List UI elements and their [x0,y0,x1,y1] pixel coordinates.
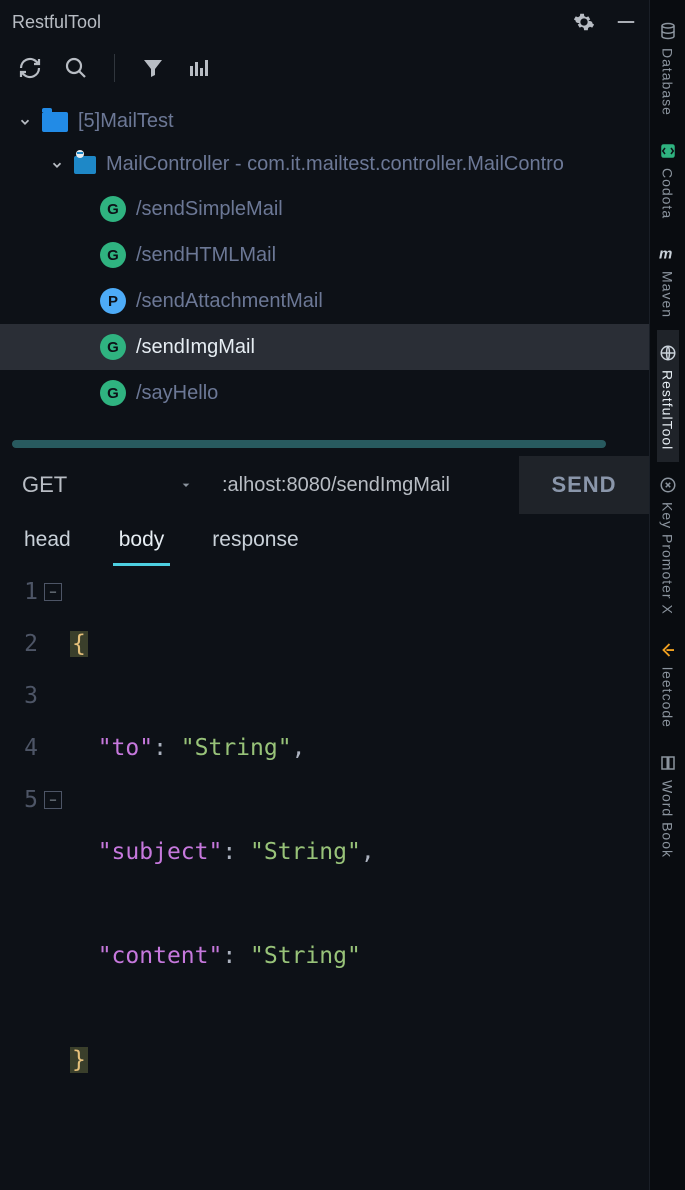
toolbar [0,44,649,92]
json-key: "to" [98,735,153,761]
fold-gutter: − − [44,566,70,1190]
tree-root-label: [5]MailTest [78,110,174,133]
json-key: "subject" [98,839,223,865]
chevron-down-icon[interactable] [18,115,32,129]
rail-codota[interactable]: Codota [657,128,679,231]
json-value: "String" [250,943,361,969]
code-content[interactable]: { "to": "String", "subject": "String", "… [70,566,649,1190]
maven-icon: m [657,243,679,265]
tree-controller-label: MailController - com.it.mailtest.control… [106,153,564,176]
panel-title: RestfulTool [12,12,101,33]
database-icon [657,20,679,42]
rail-maven[interactable]: m Maven [657,231,679,330]
tab-label: response [212,528,298,551]
send-button[interactable]: SEND [519,456,649,514]
method-select[interactable]: GET [0,456,210,514]
method-badge-get: G [100,242,126,268]
gear-icon[interactable] [573,11,595,33]
scrollbar-thumb[interactable] [12,440,606,448]
refresh-icon[interactable] [18,56,42,80]
method-badge-get: G [100,380,126,406]
toolbar-divider [114,54,115,82]
tree-root[interactable]: [5]MailTest [0,100,649,143]
brace-close: } [70,1047,88,1073]
json-key: "content" [98,943,223,969]
endpoint-item[interactable]: G /sayHello [0,370,649,416]
line-number: 4 [0,722,38,774]
panel-header: RestfulTool [0,0,649,44]
rail-label: Key Promoter X [660,502,676,615]
controller-icon [74,156,96,174]
svg-text:m: m [659,246,672,263]
globe-icon [657,342,679,364]
brace-open: { [70,631,88,657]
tab-label: body [119,528,165,551]
endpoint-path: /sendImgMail [136,336,255,359]
codota-icon [657,140,679,162]
search-icon[interactable] [64,56,88,80]
rail-restfultool[interactable]: RestfulTool [657,330,679,462]
url-input[interactable]: :alhost:8080/sendImgMail [210,456,519,514]
rail-wordbook[interactable]: Word Book [657,740,679,870]
endpoint-item[interactable]: G /sendHTMLMail [0,232,649,278]
horizontal-scrollbar[interactable] [12,440,637,448]
endpoint-item[interactable]: G /sendSimpleMail [0,186,649,232]
fold-marker[interactable]: − [44,583,62,601]
rail-label: Word Book [660,780,676,858]
keypromoter-icon [657,474,679,496]
rail-keypromoter[interactable]: Key Promoter X [657,462,679,627]
line-numbers: 1 2 3 4 5 [0,566,44,1190]
rail-label: RestfulTool [660,370,676,450]
minimize-icon[interactable] [615,11,637,33]
method-select-value: GET [22,472,67,498]
url-value: :alhost:8080/sendImgMail [222,474,450,497]
right-tool-rail: Database Codota m Maven RestfulTool Key … [649,0,685,1190]
wordbook-icon [657,752,679,774]
fold-marker[interactable]: − [44,791,62,809]
stats-icon[interactable] [187,56,211,80]
leetcode-icon [657,639,679,661]
rail-leetcode[interactable]: leetcode [657,627,679,740]
tab-body[interactable]: body [95,514,189,566]
comma: , [361,839,375,865]
endpoint-path: /sendSimpleMail [136,198,283,221]
header-actions [573,11,637,33]
comma: , [292,735,306,761]
tab-response[interactable]: response [188,514,322,566]
json-value: "String" [250,839,361,865]
line-number: 2 [0,618,38,670]
tab-head[interactable]: head [0,514,95,566]
method-badge-post: P [100,288,126,314]
endpoint-item[interactable]: P /sendAttachmentMail [0,278,649,324]
endpoint-path: /sendHTMLMail [136,244,276,267]
folder-icon [42,112,68,132]
endpoint-tree: [5]MailTest MailController - com.it.mail… [0,92,649,424]
request-bar: GET :alhost:8080/sendImgMail SEND [0,456,649,514]
line-number: 5 [0,774,38,826]
method-badge-get: G [100,334,126,360]
send-label: SEND [551,472,616,498]
rail-label: Codota [660,168,676,219]
main-panel: RestfulTool [5] [0,0,649,1190]
body-editor[interactable]: 1 2 3 4 5 − − { "to": "String", "subject… [0,566,649,1190]
rail-label: Maven [660,271,676,318]
line-number: 1 [0,566,38,618]
chevron-down-icon[interactable] [50,158,64,172]
endpoint-item[interactable]: G /sendImgMail [0,324,649,370]
rail-label: leetcode [660,667,676,728]
tab-label: head [24,528,71,551]
rail-label: Database [660,48,676,116]
method-badge-get: G [100,196,126,222]
filter-icon[interactable] [141,56,165,80]
line-number: 3 [0,670,38,722]
json-value: "String" [181,735,292,761]
endpoint-path: /sendAttachmentMail [136,290,323,313]
rail-database[interactable]: Database [657,8,679,128]
tree-spacer [0,424,649,440]
tree-controller[interactable]: MailController - com.it.mailtest.control… [0,143,649,186]
chevron-down-icon [178,477,194,493]
endpoint-path: /sayHello [136,382,218,405]
request-tabs: head body response [0,514,649,566]
